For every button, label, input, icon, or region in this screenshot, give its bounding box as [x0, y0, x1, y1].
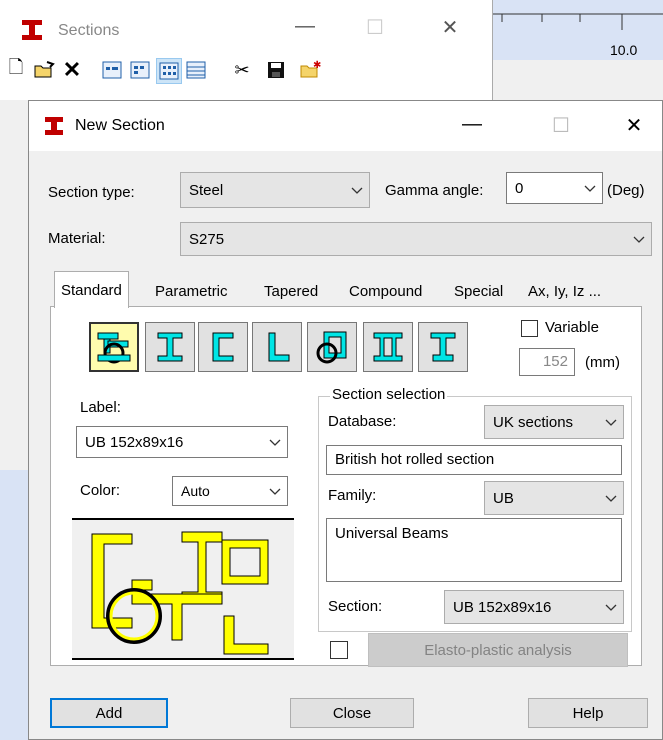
- color-label: Color:: [80, 482, 121, 499]
- tab-standard[interactable]: Standard: [54, 271, 129, 308]
- material-select[interactable]: S275: [180, 222, 652, 256]
- database-description: British hot rolled section: [326, 445, 622, 475]
- ruler-label: 10.0: [610, 42, 638, 58]
- tab-parametric[interactable]: Parametric: [149, 275, 234, 307]
- variable-value-field[interactable]: 152: [519, 348, 575, 376]
- family-description: Universal Beams: [326, 518, 622, 582]
- close-icon[interactable]: ✕: [430, 15, 470, 40]
- compound-section-button[interactable]: [89, 322, 139, 372]
- section-value: UB 152x89x16: [453, 598, 552, 616]
- dialog-title: New Section: [75, 117, 165, 134]
- section-type-select[interactable]: Steel: [180, 172, 370, 208]
- family-label: Family:: [328, 487, 377, 504]
- close-button[interactable]: Close: [290, 698, 414, 728]
- app-icon: [20, 18, 44, 42]
- section-selection-label: Section selection: [330, 386, 448, 403]
- drawing-canvas[interactable]: 10.0: [492, 0, 663, 60]
- section-type-label: Section type:: [48, 184, 135, 201]
- section-select[interactable]: UB 152x89x16: [444, 590, 624, 624]
- i-section-button[interactable]: [145, 322, 195, 372]
- variable-label: Variable: [545, 319, 599, 336]
- chevron-down-icon: [351, 187, 363, 194]
- section-type-value: Steel: [189, 181, 224, 199]
- chevron-down-icon: [633, 236, 645, 243]
- delete-icon[interactable]: ✕: [60, 57, 84, 82]
- close-icon[interactable]: ✕: [614, 113, 654, 138]
- tab-tapered[interactable]: Tapered: [258, 275, 324, 307]
- variable-checkbox[interactable]: [521, 320, 538, 337]
- family-select[interactable]: UB: [484, 481, 624, 515]
- double-channel-icon: [373, 332, 403, 362]
- angle-section-button[interactable]: [252, 322, 302, 372]
- tab-special[interactable]: Special: [448, 275, 509, 307]
- dialog-titlebar: New Section — ☐ ✕: [29, 101, 662, 151]
- gamma-unit: (Deg): [607, 182, 645, 199]
- chevron-down-icon: [269, 439, 281, 446]
- variable-unit: (mm): [585, 354, 620, 371]
- icons-view-icon[interactable]: [156, 58, 182, 84]
- database-label: Database:: [328, 413, 397, 430]
- section-preview: [72, 518, 294, 660]
- maximize-icon[interactable]: ☐: [355, 15, 395, 40]
- angle-icon: [268, 332, 290, 362]
- table-view-icon[interactable]: [184, 58, 208, 82]
- minimize-icon[interactable]: —: [452, 113, 492, 136]
- section-label: Section:: [328, 598, 383, 615]
- window-title: Sections: [58, 22, 120, 39]
- material-value: S275: [189, 230, 225, 248]
- save-icon[interactable]: [264, 58, 288, 82]
- i-beam-icon: [157, 332, 183, 362]
- maximize-icon[interactable]: ☐: [541, 113, 581, 138]
- gamma-angle-select[interactable]: 0: [506, 172, 603, 204]
- label-select[interactable]: UB 152x89x16: [76, 426, 288, 458]
- tube-icon: [316, 331, 347, 364]
- cut-icon[interactable]: ✂: [230, 58, 254, 82]
- gamma-angle-value: 0: [515, 179, 524, 197]
- details-view-icon[interactable]: [128, 58, 152, 82]
- channel-icon: [212, 332, 234, 362]
- chevron-down-icon: [605, 495, 617, 502]
- add-button[interactable]: Add: [50, 698, 168, 728]
- elasto-plastic-checkbox[interactable]: [330, 641, 348, 659]
- double-channel-section-button[interactable]: [363, 322, 413, 372]
- compound-section-icon: [97, 332, 131, 364]
- svg-text:✱: ✱: [313, 60, 321, 71]
- help-button[interactable]: Help: [528, 698, 648, 728]
- tab-compound[interactable]: Compound: [343, 275, 428, 307]
- canvas-strip: [0, 470, 28, 740]
- chevron-down-icon: [584, 185, 596, 192]
- tee-icon: [430, 332, 456, 362]
- new-file-icon[interactable]: 🗋: [4, 57, 28, 82]
- chevron-down-icon: [605, 419, 617, 426]
- database-select[interactable]: UK sections: [484, 405, 624, 439]
- material-label: Material:: [48, 230, 106, 247]
- chevron-down-icon: [605, 604, 617, 611]
- elasto-plastic-button[interactable]: Elasto-plastic analysis: [368, 633, 628, 667]
- gamma-angle-label: Gamma angle:: [385, 182, 484, 199]
- color-select[interactable]: Auto: [172, 476, 288, 506]
- section-preview-image: [91, 531, 269, 655]
- channel-section-button[interactable]: [198, 322, 248, 372]
- label-value: UB 152x89x16: [85, 433, 184, 451]
- label-label: Label:: [80, 399, 121, 416]
- family-value: UB: [493, 489, 514, 507]
- tube-section-button[interactable]: [307, 322, 357, 372]
- tab-ax-iy-iz[interactable]: Ax, Iy, Iz ...: [522, 275, 607, 307]
- tee-section-button[interactable]: [418, 322, 468, 372]
- minimize-icon[interactable]: —: [285, 15, 325, 38]
- chevron-down-icon: [269, 488, 281, 495]
- list-view-icon[interactable]: [100, 58, 124, 82]
- sections-window: Sections — ☐ ✕ 🗋 ✕ ✂ ✱: [0, 0, 493, 100]
- color-value: Auto: [181, 483, 210, 499]
- new-folder-icon[interactable]: ✱: [298, 58, 322, 82]
- open-folder-icon[interactable]: [32, 58, 56, 82]
- database-value: UK sections: [493, 413, 574, 431]
- app-icon: [43, 115, 65, 137]
